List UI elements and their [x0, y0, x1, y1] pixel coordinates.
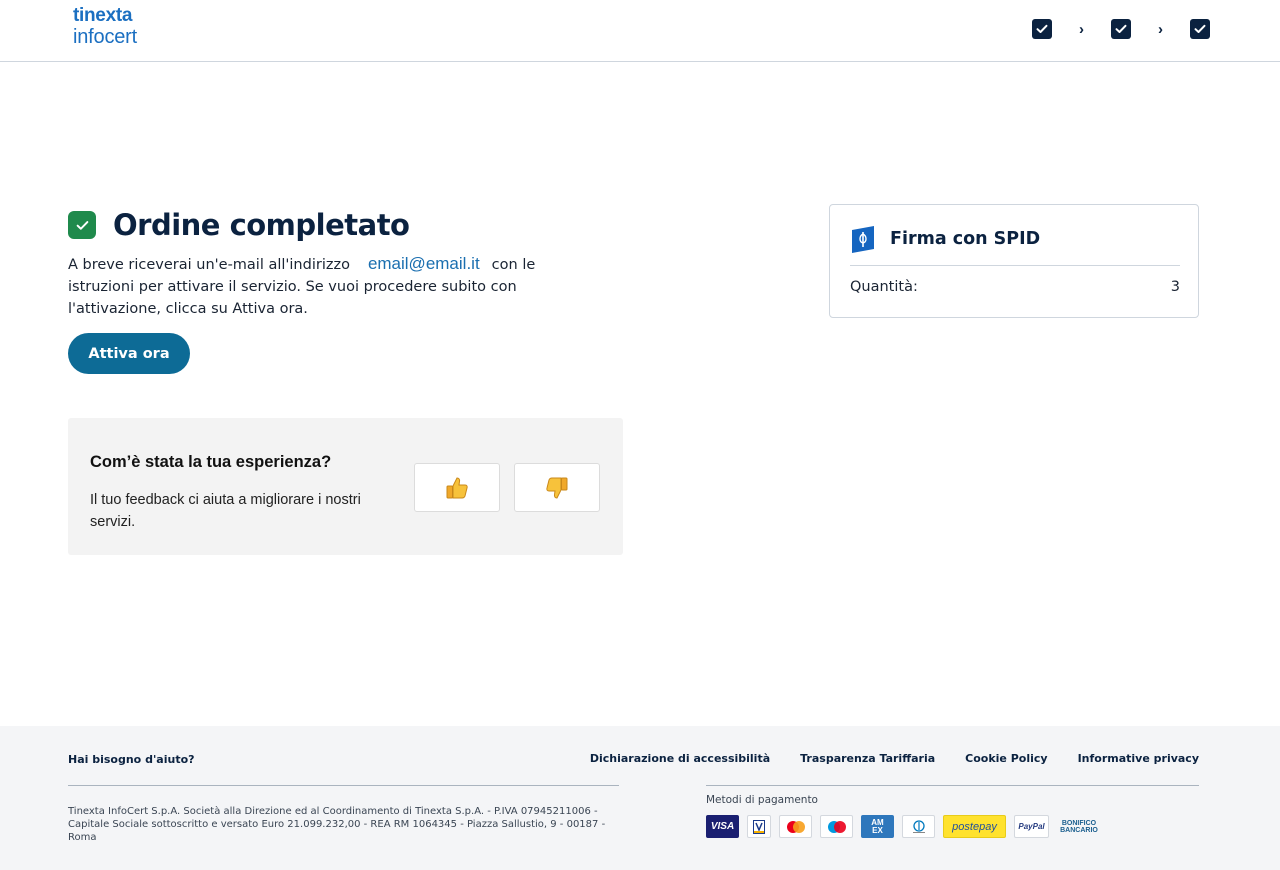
postepay-icon: postepay [943, 815, 1006, 838]
bank-transfer-label-top: BONIFICO [1061, 819, 1097, 827]
bank-transfer-label-bottom: BANCARIO [1060, 826, 1098, 834]
page-title: Ordine completato [113, 208, 410, 242]
step-2-check-icon [1111, 19, 1131, 39]
product-title: Firma con SPID [890, 229, 1041, 249]
postepay-label: postepay [952, 820, 997, 833]
thumbs-down-icon [546, 477, 568, 499]
footer-divider-right [706, 785, 1199, 786]
company-legal-info: Tinexta InfoCert S.p.A. Società alla Dir… [68, 806, 606, 843]
step-1-check-icon [1032, 19, 1052, 39]
footer: Hai bisogno d'aiuto? Dichiarazione di ac… [0, 726, 1280, 870]
footer-link-privacy[interactable]: Informative privacy [1078, 752, 1199, 765]
tinexta-infocert-logo[interactable]: tinexta infocert [73, 6, 137, 47]
quantity-label: Quantità: [850, 279, 918, 295]
maestro-icon [820, 815, 853, 838]
thumbs-down-button[interactable] [514, 463, 600, 512]
order-summary-card: Firma con SPID Quantità: 3 [829, 204, 1199, 318]
mastercard-icon [779, 815, 812, 838]
header: tinexta infocert › › [0, 0, 1280, 62]
amex-icon: AM EX [861, 815, 894, 838]
activate-now-button[interactable]: Attiva ora [68, 333, 190, 374]
feedback-panel: Com’è stata la tua esperienza? Il tuo fe… [68, 418, 623, 555]
amex-label-bottom: EX [872, 825, 883, 835]
footer-links: Dichiarazione di accessibilità Trasparen… [590, 752, 1199, 765]
logo-line-1: tinexta [73, 5, 133, 26]
logo-line-2: infocert [73, 26, 137, 48]
confirmation-heading: Ordine completato [68, 208, 410, 242]
help-link[interactable]: Hai bisogno d'aiuto? [68, 753, 195, 766]
email-address: email@email.it [367, 254, 480, 273]
visa-label: VISA [710, 821, 735, 832]
feedback-title: Com’è stata la tua esperienza? [90, 453, 332, 471]
footer-link-accessibility[interactable]: Dichiarazione di accessibilità [590, 752, 770, 765]
chevron-right-icon: › [1079, 20, 1084, 38]
footer-link-cookie-policy[interactable]: Cookie Policy [965, 752, 1047, 765]
step-3-check-icon [1190, 19, 1210, 39]
thumbs-up-button[interactable] [414, 463, 500, 512]
footer-divider-left [68, 785, 619, 786]
spid-product-icon [852, 226, 874, 253]
footer-link-pricing-transparency[interactable]: Trasparenza Tariffaria [800, 752, 935, 765]
confirmation-description: A breve riceverai un'e-mail all'indirizz… [68, 253, 538, 320]
description-text-start: A breve riceverai un'e-mail all'indirizz… [68, 257, 350, 273]
bank-transfer-icon: BONIFICO BANCARIO [1057, 815, 1101, 838]
visa-icon: VISA [706, 815, 739, 838]
chevron-right-icon: › [1158, 20, 1163, 38]
success-check-icon [68, 211, 96, 239]
quantity-row: Quantità: 3 [850, 279, 1180, 295]
payment-methods-label: Metodi di pagamento [706, 794, 818, 806]
progress-steps: › › [1032, 19, 1210, 39]
paypal-label: PayPal [1018, 822, 1045, 831]
paypal-icon: PayPal [1014, 815, 1049, 838]
order-summary-header: Firma con SPID [850, 225, 1180, 266]
feedback-text: Il tuo feedback ci aiuta a migliorare i … [90, 492, 361, 530]
diners-club-icon [902, 815, 935, 838]
quantity-value: 3 [1170, 279, 1180, 295]
vpay-icon [747, 815, 771, 838]
thumbs-up-icon [446, 476, 468, 498]
payment-methods: VISA AM EX postepay PayPal BONIFICO BANC… [706, 815, 1101, 838]
